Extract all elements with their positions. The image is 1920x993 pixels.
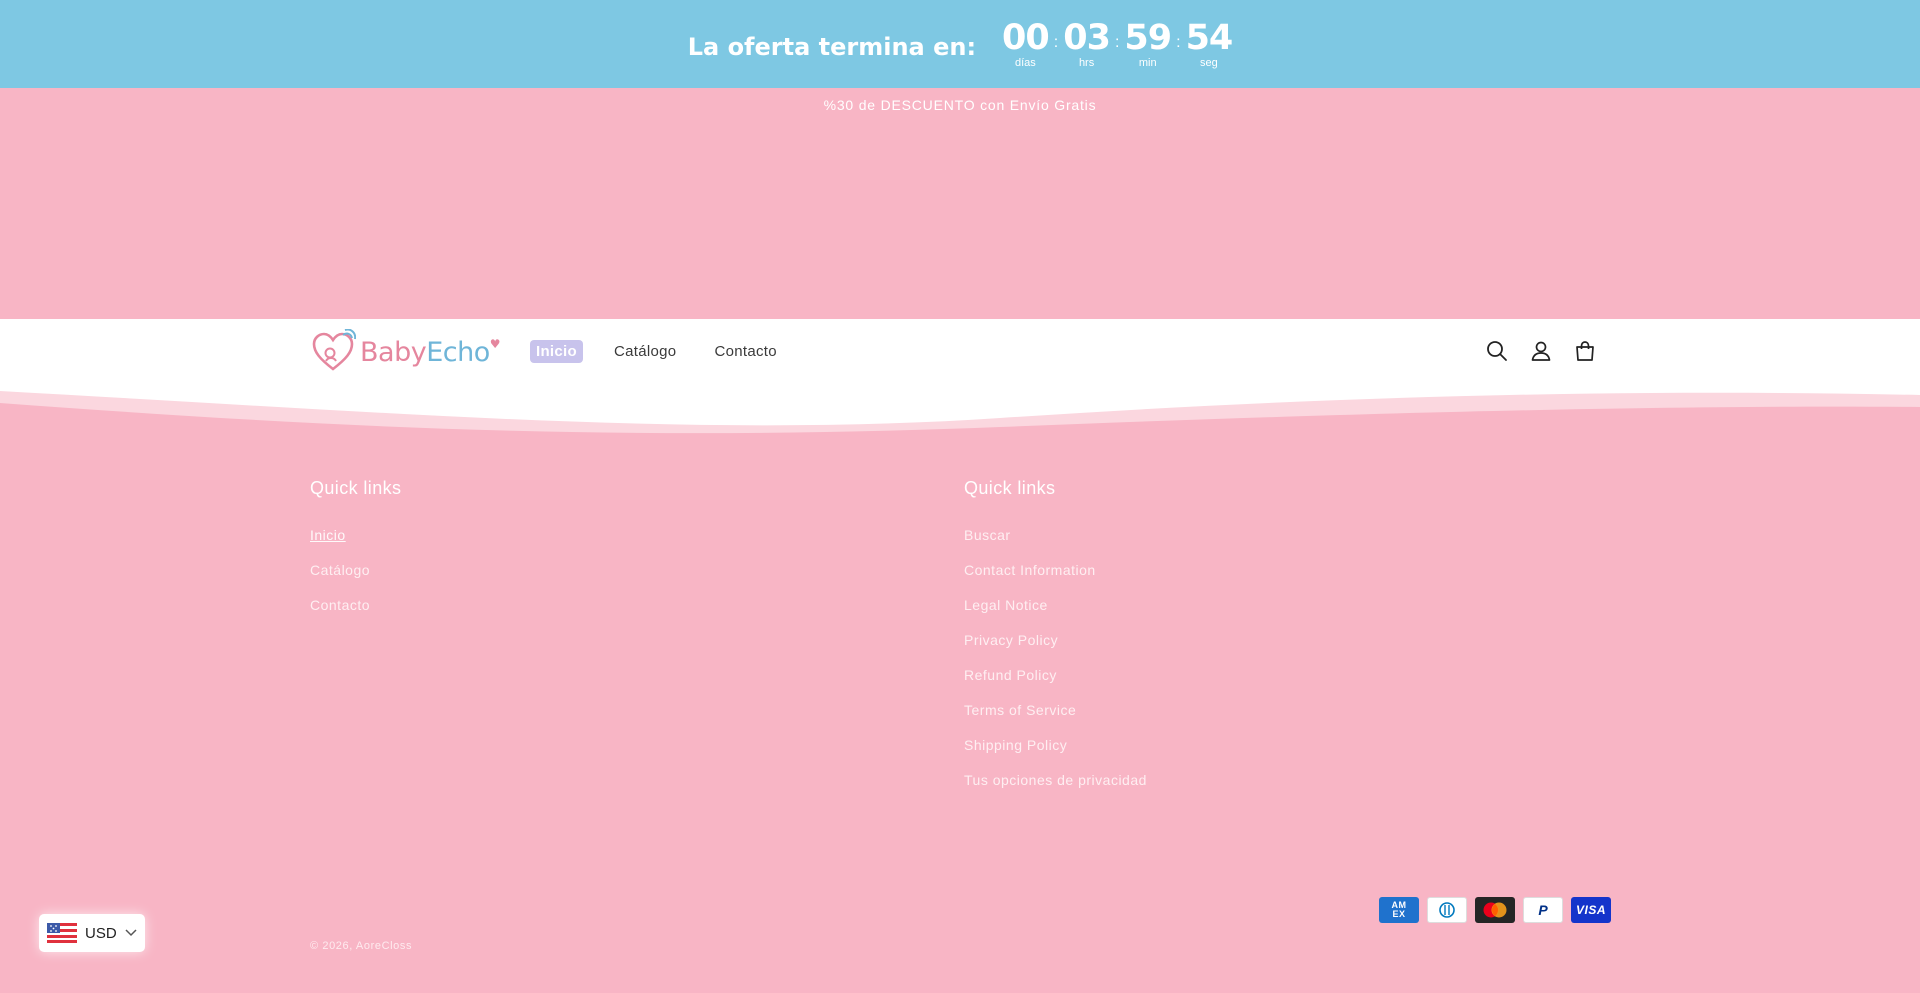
footer-link-privacy-policy[interactable]: Privacy Policy [964, 632, 1058, 648]
footer-link-inicio[interactable]: Inicio [310, 527, 346, 543]
footer-link-shipping-policy[interactable]: Shipping Policy [964, 737, 1067, 753]
countdown-minutes-value: 59 [1124, 17, 1172, 58]
header-icons [1466, 319, 1598, 383]
footer-col1-title: Quick links [310, 478, 402, 498]
countdown-seconds-value: 54 [1185, 17, 1234, 58]
countdown-separator: : [1114, 34, 1120, 51]
countdown-separator: : [1176, 34, 1181, 51]
announcement-text: %30 de DESCUENTO con Envío Gratis [823, 97, 1097, 113]
list-item: Terms of Service [964, 702, 1147, 737]
countdown-seconds-label: seg [1200, 56, 1218, 69]
account-icon[interactable] [1528, 338, 1554, 364]
countdown-title: La oferta termina en: [687, 33, 977, 61]
footer-col1-list: Inicio Catálogo Contacto [310, 527, 401, 632]
countdown-minutes-label: min [1138, 56, 1157, 69]
countdown-bar: La oferta termina en: 00 días : 03 hrs :… [0, 0, 1920, 88]
visa-icon-label: VISA [1575, 903, 1606, 917]
diners-icon [1427, 897, 1467, 923]
countdown-minutes: 59 min [1124, 17, 1172, 69]
cart-icon[interactable] [1572, 338, 1598, 364]
list-item: Refund Policy [964, 667, 1147, 702]
list-item: Contacto [310, 597, 401, 632]
list-item: Tus opciones de privacidad [964, 772, 1147, 807]
main-nav: Inicio Catálogo Contacto [530, 319, 815, 383]
wave-divider [0, 383, 1920, 443]
footer-link-terms-of-service[interactable]: Terms of Service [964, 702, 1076, 718]
copyright: © 2026, AoreCloss [310, 940, 413, 952]
footer-col2-title: Quick links [964, 478, 1056, 498]
list-item: Buscar [964, 527, 1147, 562]
announcement-bar: %30 de DESCUENTO con Envío Gratis [0, 88, 1920, 122]
countdown-separator: : [1053, 34, 1059, 51]
site-header: BabyEcho♥ Inicio Catálogo Contacto [0, 319, 1920, 384]
countdown-hours-label: hrs [1078, 56, 1095, 69]
countdown-days: 00 días [1002, 17, 1050, 69]
amex-icon: AM EX [1379, 897, 1419, 923]
nav-item-contacto[interactable]: Contacto [714, 343, 776, 360]
countdown-days-label: días [1015, 56, 1036, 69]
visa-icon: VISA [1571, 897, 1611, 923]
nav-item-inicio[interactable]: Inicio [530, 339, 583, 363]
list-item: Inicio [310, 527, 401, 562]
paypal-icon-label: P [1538, 902, 1548, 918]
payment-icons: AM EX P VISA [1379, 897, 1619, 923]
logo-heart-dot-icon: ♥ [489, 336, 501, 351]
list-item: Privacy Policy [964, 632, 1147, 667]
footer-link-legal-notice[interactable]: Legal Notice [964, 597, 1048, 613]
footer-quick-links-1: Quick links Inicio Catálogo Contacto [310, 478, 401, 632]
countdown-days-value: 00 [1002, 17, 1050, 58]
us-flag-icon [47, 923, 77, 943]
chevron-down-icon [125, 929, 137, 937]
footer-quick-links-2: Quick links Buscar Contact Information L… [964, 478, 1147, 807]
list-item: Legal Notice [964, 597, 1147, 632]
footer-link-contacto[interactable]: Contacto [310, 597, 370, 613]
currency-code: USD [85, 924, 117, 942]
footer-link-refund-policy[interactable]: Refund Policy [964, 667, 1057, 683]
search-icon[interactable] [1484, 338, 1510, 364]
logo[interactable]: BabyEcho♥ [310, 329, 501, 375]
footer-link-buscar[interactable]: Buscar [964, 527, 1011, 543]
logo-heart-icon [312, 329, 356, 371]
nav-item-catalogo[interactable]: Catálogo [614, 343, 676, 360]
countdown-seconds: 54 seg [1185, 17, 1234, 69]
list-item: Shipping Policy [964, 737, 1147, 772]
paypal-icon: P [1523, 897, 1563, 923]
footer-link-catalogo[interactable]: Catálogo [310, 562, 370, 578]
logo-text: BabyEcho♥ [360, 336, 501, 368]
footer-link-contact-information[interactable]: Contact Information [964, 562, 1096, 578]
amex-icon-label: AM EX [1391, 900, 1407, 919]
logo-text-baby: Baby [360, 336, 427, 368]
list-item: Catálogo [310, 562, 401, 597]
countdown-hours-value: 03 [1063, 17, 1111, 58]
currency-selector[interactable]: USD [39, 914, 145, 952]
footer-col2-list: Buscar Contact Information Legal Notice … [964, 527, 1147, 807]
footer-link-privacy-choices[interactable]: Tus opciones de privacidad [964, 772, 1147, 788]
logo-text-echo: Echo [426, 336, 490, 368]
list-item: Contact Information [964, 562, 1147, 597]
mastercard-icon [1475, 897, 1515, 923]
countdown-hours: 03 hrs [1063, 17, 1111, 69]
